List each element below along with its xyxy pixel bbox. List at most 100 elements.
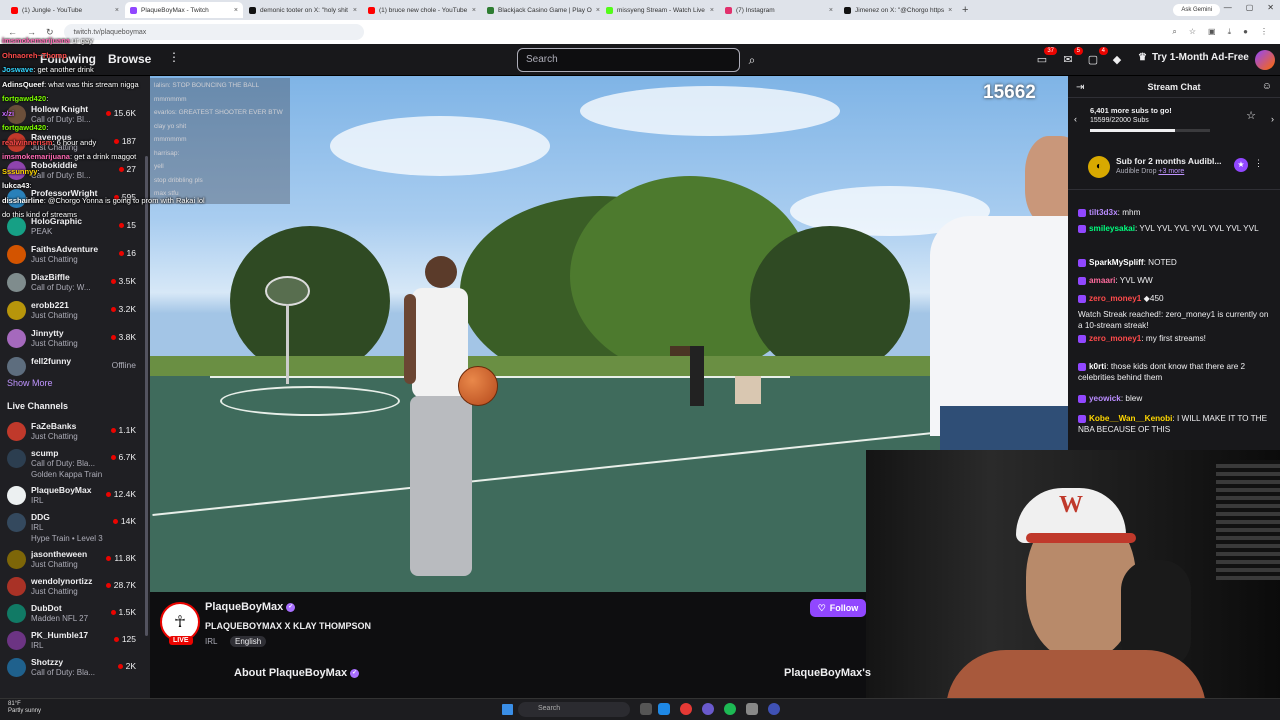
profile-icon[interactable]: ●	[1243, 27, 1248, 37]
user-avatar[interactable]	[1255, 50, 1275, 70]
browser-tab[interactable]: missyeng Stream - Watch Live ×	[601, 2, 719, 18]
man-head	[1025, 136, 1068, 226]
ask-gemini-button[interactable]: Ask Gemini	[1173, 4, 1220, 16]
panel-heading: PlaqueBoyMax's	[784, 667, 871, 679]
tab-close-icon[interactable]: ×	[234, 7, 238, 14]
browser-tab[interactable]: (1) Jungle - YouTube ×	[6, 2, 124, 18]
live-channel[interactable]: scump Call of Duty: Bla... 6.7K Golden Kapp…	[0, 446, 144, 482]
chat-username[interactable]: Kobe__Wan__Kenobi	[1089, 414, 1172, 423]
discord-icon[interactable]	[702, 703, 714, 715]
follow-button[interactable]: ♡ Follow	[810, 599, 866, 617]
close-window-button[interactable]: ✕	[1267, 3, 1274, 12]
chat-username[interactable]: SparkMySpliff	[1089, 258, 1144, 267]
tab-close-icon[interactable]: ×	[596, 7, 600, 14]
windows-start-icon[interactable]	[502, 704, 513, 715]
app-icon[interactable]	[746, 703, 758, 715]
live-channel[interactable]: FaZeBanks Just Chatting 1.1K	[0, 419, 144, 445]
overlay-chat-line: do this kind of streams	[2, 210, 77, 219]
drop-more-link[interactable]: +3 more	[1158, 168, 1184, 175]
live-channel[interactable]: jasontheween Just Chatting 11.8K	[0, 547, 144, 573]
extensions-icon[interactable]: ▣	[1208, 27, 1216, 37]
chat-badge-icon	[1078, 294, 1086, 303]
task-view-icon[interactable]	[640, 703, 652, 715]
chat-username[interactable]: zero_money1	[1089, 294, 1141, 303]
tab-close-icon[interactable]: ×	[948, 7, 952, 14]
bookmark-star-icon[interactable]: ☆	[1189, 27, 1196, 37]
verified-icon: ✓	[286, 602, 296, 612]
tab-favicon-icon	[11, 6, 18, 14]
drop-campaign[interactable]: ◐ Sub for 2 months Audibl... Audible Dro…	[1068, 148, 1280, 190]
viewer-count: 16	[126, 248, 136, 258]
tree	[750, 226, 910, 376]
channel-viewers: 3.2K	[110, 304, 136, 314]
download-icon[interactable]: ⤓	[1228, 27, 1232, 37]
tab-close-icon[interactable]: ×	[829, 7, 833, 14]
chat-username[interactable]: zero_money1	[1089, 334, 1141, 343]
live-channel[interactable]: DDG IRL 14K Hype Train • Level 3	[0, 510, 144, 546]
star-icon[interactable]: ☆	[1246, 109, 1256, 122]
chevron-right-icon[interactable]: ›	[1271, 114, 1274, 124]
search-button[interactable]: ⌕	[741, 48, 763, 72]
chat-username[interactable]: yeowick	[1089, 394, 1121, 403]
language-tag[interactable]: English	[230, 636, 267, 647]
new-tab-button[interactable]: +	[962, 4, 968, 16]
channel-game: IRL	[31, 523, 44, 532]
app-icon[interactable]	[768, 703, 780, 715]
live-channel[interactable]: PlaqueBoyMax IRL 12.4K	[0, 483, 144, 509]
browser-tab[interactable]: Jimenez on X: "@Chorgo https ×	[839, 2, 957, 18]
browser-tab[interactable]: Blackjack Casino Game | Play O ×	[482, 2, 600, 18]
tab-close-icon[interactable]: ×	[353, 7, 357, 14]
chat-username[interactable]: smileysakai	[1089, 224, 1135, 233]
weather-widget[interactable]: 81°F Partly sunny	[8, 701, 41, 715]
zoom-icon[interactable]: ⌕	[1172, 27, 1176, 37]
tab-close-icon[interactable]: ×	[115, 7, 119, 14]
sidebar-channel[interactable]: FaithsAdventure Just Chatting 16	[0, 242, 144, 268]
sidebar-channel[interactable]: erobb221 Just Chatting 3.2K	[0, 298, 144, 324]
live-channel[interactable]: PK_Humble17 IRL 125	[0, 628, 144, 654]
sub-goal[interactable]: ‹ 6,401 more subs to go! 15599/22000 Sub…	[1074, 104, 1274, 138]
browser-tab[interactable]: (1) bruce new chole - YouTube ×	[363, 2, 481, 18]
search-input[interactable]: Search	[517, 48, 740, 72]
chevron-left-icon[interactable]: ‹	[1074, 114, 1077, 124]
browser-tab[interactable]: PlaqueBoyMax - Twitch ×	[125, 2, 243, 18]
browser-tab[interactable]: demonic tooter on X: "holy shit ×	[244, 2, 362, 18]
taskbar-search[interactable]: Search	[518, 702, 630, 717]
chat-username[interactable]: amaari	[1089, 276, 1115, 285]
category-link[interactable]: IRL	[205, 637, 217, 646]
chat-username[interactable]: k0rti	[1089, 362, 1106, 371]
chrome-icon[interactable]	[680, 703, 692, 715]
whispers-icon[interactable]: ✉ 5	[1060, 47, 1083, 67]
drop-claim-icon[interactable]: ★	[1234, 158, 1248, 172]
sidebar-channel[interactable]: DiazBiffle Call of Duty: W... 3.5K	[0, 270, 144, 296]
channel-avatar	[7, 329, 26, 348]
live-channel[interactable]: wendolynortizz Just Chatting 28.7K	[0, 574, 144, 600]
channel-avatar	[7, 449, 26, 468]
chat-text: Watch Streak reached!: zero_money1 is cu…	[1078, 310, 1269, 330]
browser-tab[interactable]: (7) Instagram ×	[720, 2, 838, 18]
browser-menu-icon[interactable]: ⋮	[1260, 27, 1268, 37]
minimize-button[interactable]: —	[1224, 3, 1232, 12]
notifications-icon[interactable]: ▢ 4	[1085, 47, 1108, 67]
live-channel[interactable]: DubDot Madden NFL 27 1.5K	[0, 601, 144, 627]
edge-icon[interactable]	[658, 703, 670, 715]
show-more-link[interactable]: Show More	[7, 378, 53, 388]
community-icon[interactable]: ☺	[1262, 81, 1272, 92]
inbox-icon[interactable]: ▭ 37	[1034, 47, 1057, 67]
channel-avatar	[7, 486, 26, 505]
maximize-button[interactable]: ▢	[1246, 3, 1254, 12]
spotify-icon[interactable]	[724, 703, 736, 715]
viewer-count: 1.1K	[118, 425, 137, 435]
streamer-name[interactable]: PlaqueBoyMax ✓	[205, 601, 296, 613]
tab-label: (1) Jungle - YouTube	[22, 6, 83, 14]
ad-free-button[interactable]: ♛ Try 1-Month Ad-Free	[1138, 52, 1249, 63]
sidebar-channel[interactable]: fell2funny Offline	[0, 354, 144, 380]
tab-close-icon[interactable]: ×	[710, 7, 714, 14]
bits-icon[interactable]: ◆	[1109, 51, 1125, 67]
drop-more-icon[interactable]: ⋮	[1254, 158, 1263, 169]
sidebar-scrollbar[interactable]	[145, 156, 148, 636]
sidebar-channel[interactable]: Jinnytty Just Chatting 3.8K	[0, 326, 144, 352]
live-channel[interactable]: Shotzzy Call of Duty: Bla... 2K	[0, 655, 144, 681]
tab-close-icon[interactable]: ×	[472, 7, 476, 14]
chat-username[interactable]: tilt3d3x	[1089, 208, 1118, 217]
channel-viewers: 125	[113, 634, 136, 644]
